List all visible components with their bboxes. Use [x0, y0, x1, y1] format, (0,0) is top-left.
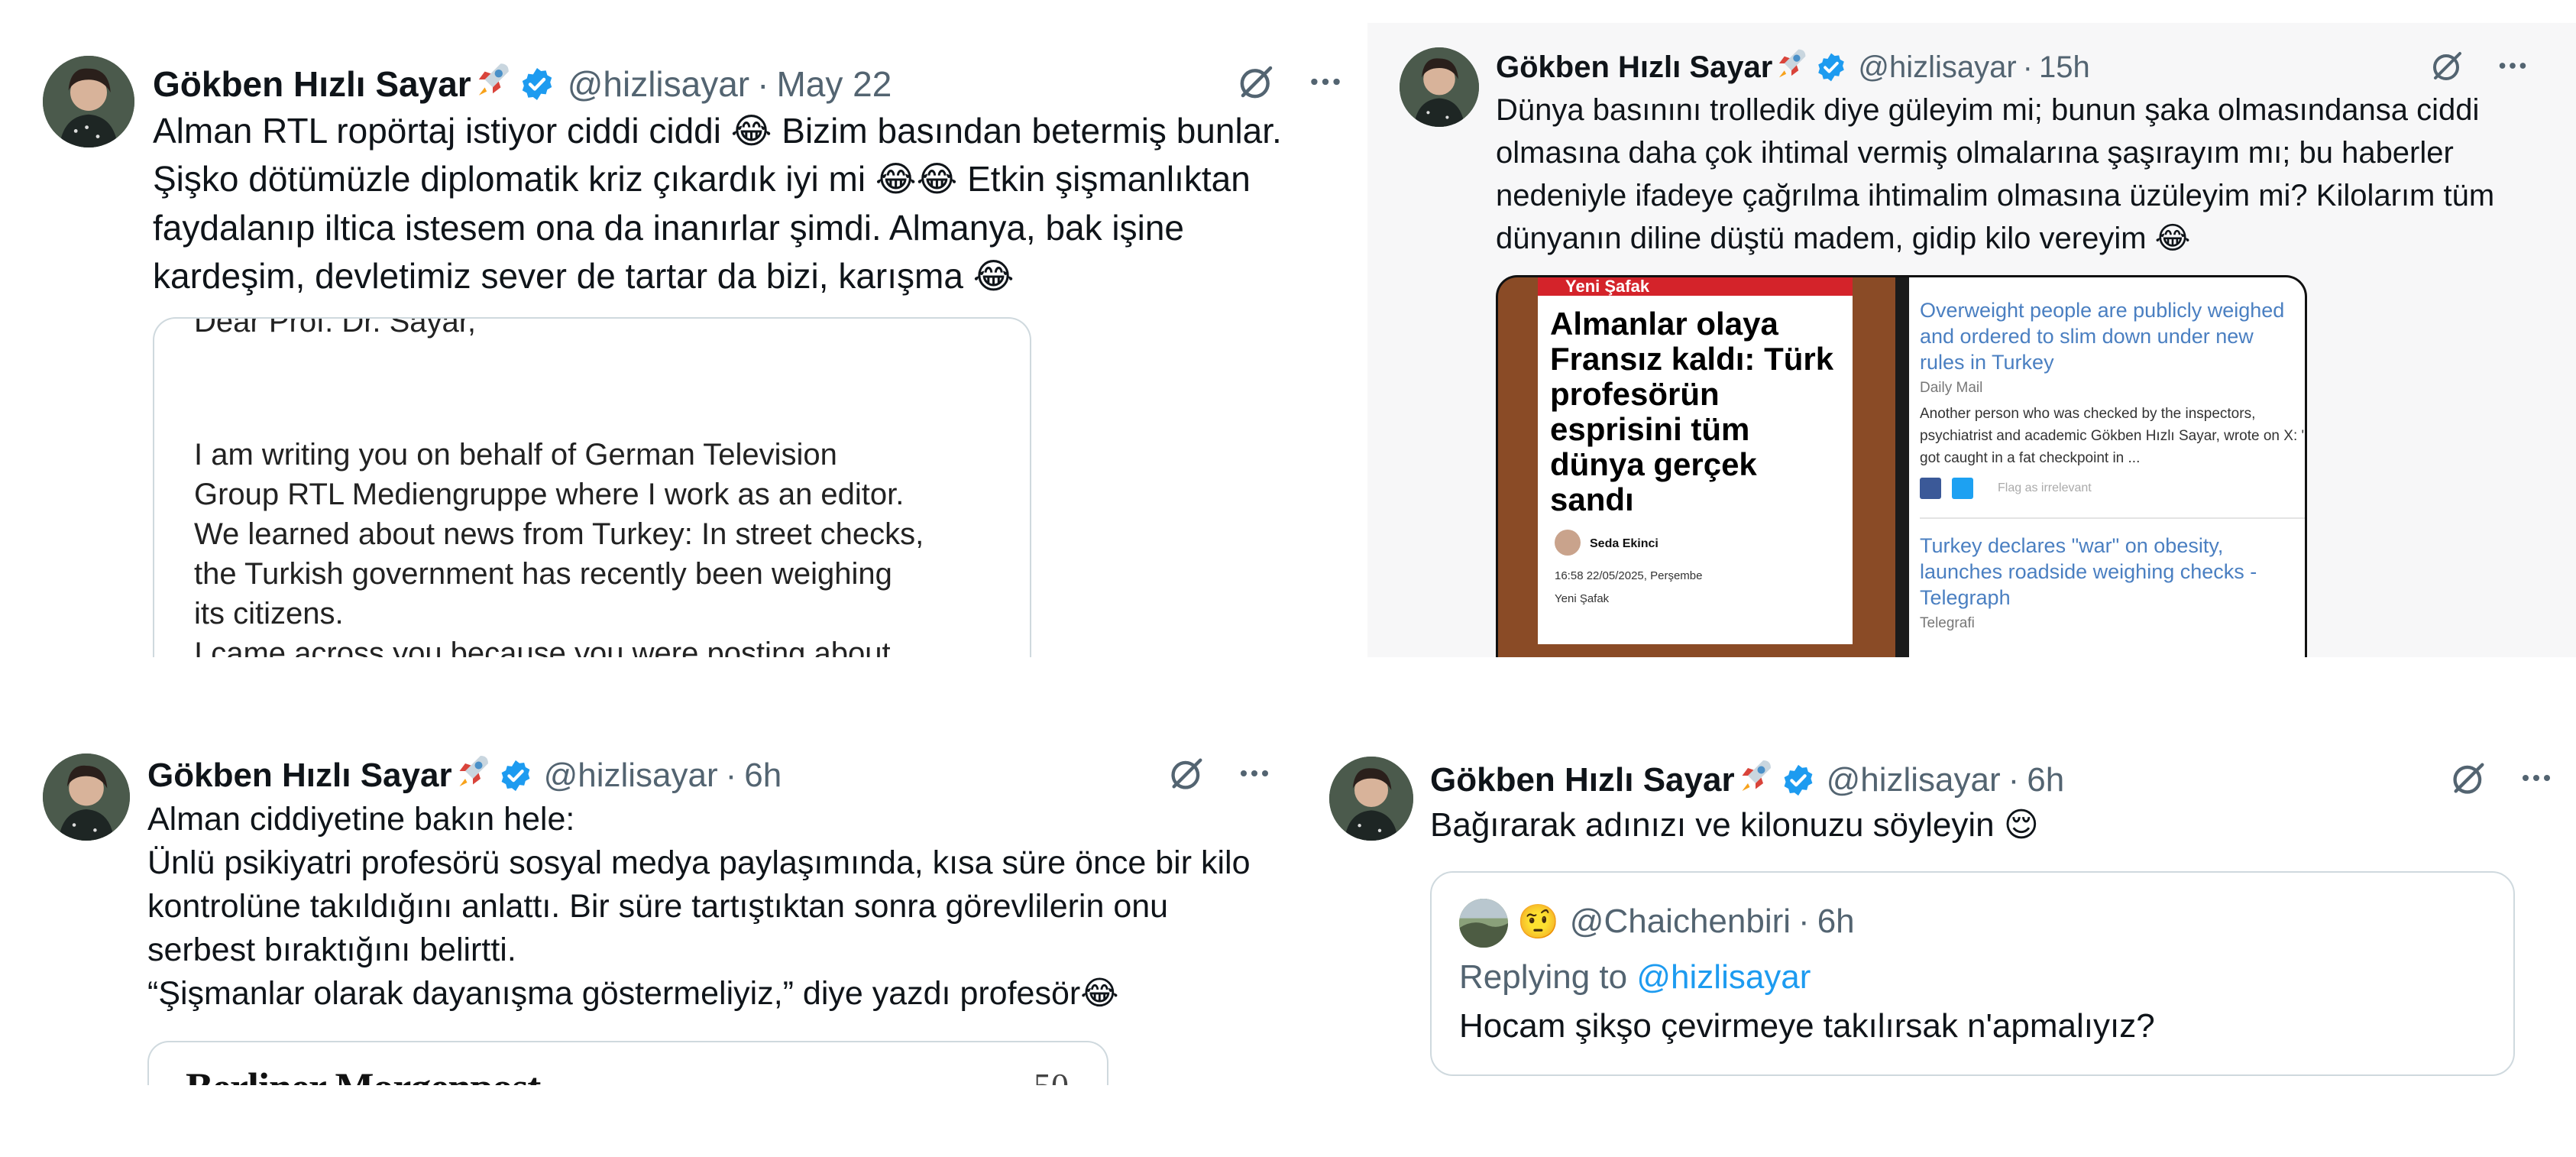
search-results-panel: Overweight people are publicly weighed a… — [1895, 277, 2307, 657]
tweet-text: Dünya basınını trolledik diye güleyim mi… — [1496, 89, 2494, 260]
tweet-line: Bağırarak adınızı ve kilonuzu söyleyin 😌 — [1430, 806, 2039, 844]
more-options-icon[interactable] — [2495, 48, 2530, 83]
verified-badge-icon — [519, 66, 555, 102]
tweet-line: kardeşim, devletimiz sever de tartar da … — [153, 256, 1015, 297]
letter-image[interactable]: Dear Prof. Dr. Sayar, I am writing you o… — [153, 317, 1031, 657]
tweet-3[interactable]: Gökben Hızlı Sayar @hizlisayar · 6h Alma… — [0, 734, 1299, 1085]
divider — [1920, 517, 2305, 519]
letter-line: We learned about news from Turkey: In st… — [194, 517, 924, 551]
avatar[interactable] — [1400, 47, 1479, 127]
quoted-tweet[interactable]: 🤨 @Chaichenbiri · 6h Replying to @hizlis… — [1430, 871, 2515, 1076]
facebook-icon[interactable] — [1920, 478, 1941, 499]
tweet-line: nedeniyle ifadeye çağrılma ihtimalim olm… — [1496, 179, 2495, 212]
tweet-line: Şişko dötümüzle diplomatik kriz çıkardık… — [153, 159, 1251, 199]
author-name[interactable]: Gökben Hızlı Sayar — [1430, 761, 1735, 799]
rocket-emoji-icon — [473, 60, 513, 108]
tweet-line: olmasına daha çok ihtimal vermiş olmalar… — [1496, 136, 2454, 170]
rocket-emoji-icon — [1736, 757, 1775, 803]
verified-badge-icon — [1815, 51, 1847, 83]
tweet-line: Dünya basınını trolledik diye güleyim mi… — [1496, 93, 2480, 127]
tweet-line: serbest bıraktığını belirtti. — [147, 932, 516, 968]
result-source: Telegrafi — [1920, 615, 1975, 631]
quoted-text: Hocam şikşo çevirmeye takılırsak n'apmal… — [1459, 1007, 2155, 1045]
timestamp[interactable]: 6h — [744, 757, 782, 795]
news-image[interactable]: Yeni Şafak Almanlar olaya Fransız kaldı:… — [1496, 275, 2307, 657]
author-handle[interactable]: @hizlisayar — [544, 757, 718, 795]
replying-to: Replying to @hizlisayar — [1459, 958, 1811, 997]
avatar[interactable] — [43, 56, 134, 147]
thinking-face-emoji: 🤨 — [1517, 903, 1559, 941]
letter-line: Dear Prof. Dr. Sayar, — [194, 317, 477, 339]
author-handle[interactable]: @hizlisayar — [1858, 50, 2016, 85]
newspaper-header-bar: Yeni Şafak — [1538, 277, 1853, 296]
avatar[interactable] — [1329, 757, 1413, 841]
publication-name: Berliner Morgenpost — [186, 1064, 541, 1085]
separator: · — [725, 756, 737, 794]
tweet-2[interactable]: Gökben Hızlı Sayar @hizlisayar · 15h Dün… — [1367, 23, 2576, 657]
replying-handle-link[interactable]: @hizlisayar — [1636, 958, 1811, 996]
grok-icon[interactable] — [2429, 47, 2466, 84]
more-options-icon[interactable] — [2518, 760, 2555, 796]
tweet-text: Alman RTL ropörtaj istiyor ciddi ciddi 😂… — [153, 107, 1282, 301]
more-options-icon[interactable] — [1306, 63, 1345, 101]
rocket-emoji-icon — [454, 752, 492, 799]
tweet-line: kontrolüne takıldığını anlattı. Bir süre… — [147, 888, 1169, 925]
author-name[interactable]: Gökben Hızlı Sayar — [153, 63, 471, 105]
author-name[interactable]: Gökben Hızlı Sayar — [1496, 50, 1772, 85]
result-title[interactable]: Turkey declares "war" on obesity, launch… — [1920, 533, 2302, 611]
newspaper-date: 16:58 22/05/2025, Perşembe — [1555, 569, 1703, 582]
flag-link[interactable]: Flag as irrelevant — [1998, 481, 2092, 495]
separator: · — [2008, 760, 2020, 799]
result-title[interactable]: Overweight people are publicly weighed a… — [1920, 297, 2302, 375]
tweet-line: Alman ciddiyetine bakın hele: — [147, 801, 575, 838]
replying-prefix: Replying to — [1459, 958, 1628, 996]
tweet-line: “Şişmanlar olarak dayanışma göstermeliyi… — [147, 975, 1119, 1012]
newspaper-source: Yeni Şafak — [1555, 592, 1610, 605]
tweet-line: Alman RTL ropörtaj istiyor ciddi ciddi 😂… — [153, 111, 1282, 151]
newspaper-brand: Yeni Şafak — [1565, 277, 1650, 296]
separator: · — [757, 63, 769, 104]
newspaper-page: Yeni Şafak Almanlar olaya Fransız kaldı:… — [1538, 277, 1853, 644]
rocket-emoji-icon — [1774, 46, 1809, 89]
article-meta: 50 — [1034, 1065, 1069, 1085]
quoted-handle[interactable]: @Chaichenbiri — [1570, 903, 1791, 941]
timestamp[interactable]: May 22 — [776, 63, 892, 105]
quoted-avatar[interactable] — [1459, 899, 1508, 948]
separator: · — [1798, 903, 1810, 940]
tweet-line: Ünlü psikiyatri profesörü sosyal medya p… — [147, 844, 1251, 881]
letter-line: its citizens. — [194, 597, 344, 630]
result-snippet: Another person who was checked by the in… — [1920, 406, 2307, 466]
tweet-text: Alman ciddiyetine bakın hele: Ünlü psikiy… — [147, 798, 1251, 1016]
newspaper-photo: Yeni Şafak Almanlar olaya Fransız kaldı:… — [1498, 277, 1895, 657]
more-options-icon[interactable] — [1236, 755, 1273, 792]
tweet-line: faydalanıp iltica istesem ona da inanırl… — [153, 207, 1185, 248]
tweet-1[interactable]: Gökben Hızlı Sayar @hizlisayar · May 22 … — [0, 0, 1367, 657]
letter-line: Group RTL Mediengruppe where I work as a… — [194, 478, 905, 511]
verified-badge-icon — [1781, 763, 1816, 798]
grok-icon[interactable] — [1236, 61, 1277, 102]
tweet-4[interactable]: Gökben Hızlı Sayar @hizlisayar · 6h Bağı… — [1299, 734, 2576, 1085]
letter-line: I am writing you on behalf of German Tel… — [194, 438, 837, 472]
twitter-icon[interactable] — [1952, 478, 1973, 499]
newspaper-author: Seda Ekinci — [1590, 537, 1659, 550]
letter-line: the Turkish government has recently been… — [194, 557, 892, 591]
tweet-text: Bağırarak adınızı ve kilonuzu söyleyin 😌 — [1430, 802, 2039, 849]
grok-icon[interactable] — [2449, 758, 2489, 798]
verified-badge-icon — [498, 758, 533, 793]
author-name[interactable]: Gökben Hızlı Sayar — [147, 757, 452, 795]
tweet-line: dünyanın diline düştü madem, gidip kilo … — [1496, 222, 2191, 255]
result-source: Daily Mail — [1920, 380, 1983, 396]
separator: · — [2022, 50, 2033, 84]
letter-line: I came across you because you were posti… — [194, 637, 891, 657]
author-handle[interactable]: @hizlisayar — [568, 63, 749, 105]
avatar[interactable] — [43, 754, 130, 841]
quoted-timestamp[interactable]: 6h — [1817, 903, 1855, 941]
grok-icon[interactable] — [1167, 754, 1207, 793]
newspaper-headline: Almanlar olaya Fransız kaldı: Türk profe… — [1550, 306, 1834, 517]
timestamp[interactable]: 6h — [2027, 761, 2064, 799]
author-handle[interactable]: @hizlisayar — [1827, 761, 2001, 799]
article-card[interactable]: Berliner Morgenpost 50 — [147, 1041, 1108, 1085]
author-photo-icon — [1555, 530, 1581, 556]
timestamp[interactable]: 15h — [2039, 50, 2090, 85]
